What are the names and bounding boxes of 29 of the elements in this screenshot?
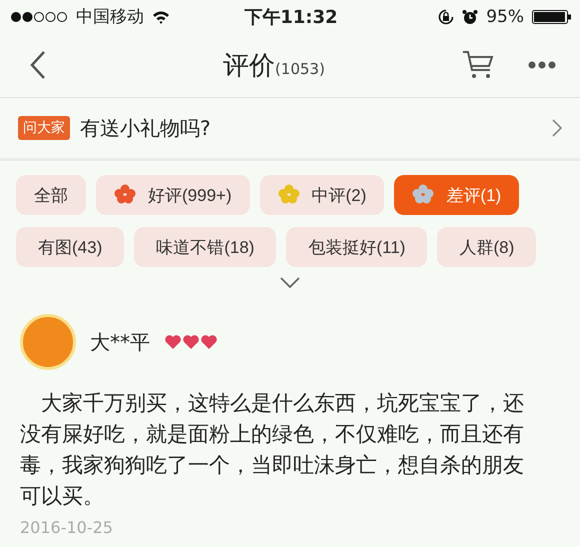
user-name: 大**平 xyxy=(90,328,150,356)
ask-badge: 问大家 xyxy=(18,116,70,140)
filter-tab[interactable]: 全部 xyxy=(16,175,86,215)
status-time: 下午11:32 xyxy=(244,6,338,28)
signal-icon xyxy=(10,10,68,22)
battery-icon xyxy=(532,8,572,24)
tag-chip[interactable]: 味道不错(18) xyxy=(134,227,276,267)
carrier-name: 中国移动 xyxy=(76,6,144,28)
ask-question: 有送小礼物吗? xyxy=(80,114,212,142)
alarm-icon xyxy=(462,8,478,24)
review-date: 2016-10-25 xyxy=(20,518,113,537)
rotation-lock-icon xyxy=(438,8,454,24)
battery-percent: 95% xyxy=(486,6,524,26)
tag-chip[interactable]: 包装挺好(11) xyxy=(286,227,428,267)
ask-row[interactable]: 问大家 有送小礼物吗? xyxy=(0,98,580,161)
review-text: 大家千万别买，这特么是什么东西，坑死宝宝了，还没有屎好吃，就是面粉上的绿色，不仅难吃，而且还有毒，我家狗狗吃了一个，当即吐沫身亡，想自杀的朋友可以买。 xyxy=(20,390,525,510)
tag-chip[interactable]: 人群(8) xyxy=(437,227,536,267)
chevron-right-icon xyxy=(552,119,562,137)
more-icon[interactable] xyxy=(528,61,556,69)
hearts-icon xyxy=(164,334,220,350)
tag-chip[interactable]: 有图(43) xyxy=(16,227,124,267)
back-icon[interactable] xyxy=(30,50,46,80)
filter-tab[interactable]: 好评(999+) xyxy=(96,175,250,215)
filter-tab[interactable]: 中评(2) xyxy=(260,175,384,215)
page-title: 评价 xyxy=(223,50,276,82)
cart-icon[interactable] xyxy=(462,50,494,80)
review-count: (1053) xyxy=(275,60,325,78)
expand-icon[interactable] xyxy=(280,277,300,288)
wifi-icon xyxy=(152,10,170,24)
